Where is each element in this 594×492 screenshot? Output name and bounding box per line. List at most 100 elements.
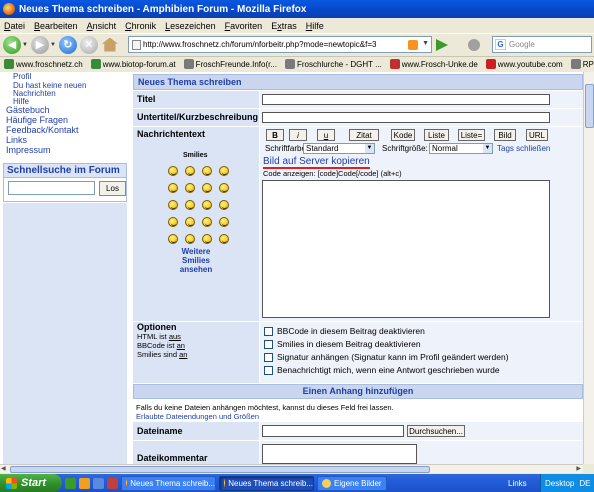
format-button[interactable]: i [289,129,307,141]
scroll-right-icon[interactable]: ▶ [576,465,581,472]
more-smilies-link[interactable]: Weitere Smilies ansehen [179,247,213,274]
smiley-icon[interactable] [219,183,229,193]
language-indicator[interactable]: DE [579,479,590,488]
format-button[interactable]: Bild [494,129,516,141]
option-checkbox-row[interactable]: Benachrichtigt mich, wenn eine Antwort g… [264,365,500,375]
forward-button[interactable]: ▶ [30,35,49,54]
smiley-icon[interactable] [202,183,212,193]
start-button[interactable]: Start [0,474,62,492]
quicklaunch-media-icon[interactable] [93,477,104,489]
smiley-icon[interactable] [219,217,229,227]
smiley-icon[interactable] [202,234,212,244]
back-button[interactable]: ◀ [3,35,21,54]
subtitle-input[interactable] [262,112,550,123]
option-checkbox[interactable] [264,365,273,375]
smiley-icon[interactable] [185,183,195,193]
home-button[interactable] [101,37,118,52]
horizontal-scrollbar[interactable]: ◀ ▶ [0,464,583,473]
menu-item[interactable]: Chronik [125,21,156,31]
bookmark-item[interactable]: RPG-Atelier - Eure [570,59,594,69]
vertical-scrollbar[interactable] [583,72,594,464]
taskbar-task[interactable]: Neues Thema schreib... [121,475,216,491]
option-checkbox-row[interactable]: BBCode in diesem Beitrag deaktivieren [264,326,425,336]
format-button[interactable]: Zitat [349,129,379,141]
menu-item[interactable]: Favoriten [225,21,263,31]
menu-item[interactable]: Extras [271,21,297,31]
quicklaunch-app-icon[interactable] [107,477,118,489]
sidebar-link[interactable]: Links [6,135,27,145]
url-dropdown-icon[interactable]: ▼ [422,40,429,47]
scroll-left-icon[interactable]: ◀ [1,465,6,472]
upload-image-link[interactable]: Bild auf Server kopieren [263,156,370,169]
menu-item[interactable]: Datei [4,21,25,31]
bookmark-item[interactable]: www.Frosch-Unke.de [389,59,478,69]
html-status-link[interactable]: aus [169,332,181,341]
option-checkbox[interactable] [264,339,273,349]
option-checkbox-row[interactable]: Signatur anhängen (Signatur kann im Prof… [264,352,509,362]
format-button[interactable]: URL [526,129,548,141]
bookmark-item[interactable]: www.biotop-forum.at [90,59,176,69]
sidebar-link[interactable]: Impressum [6,145,51,155]
reload-button[interactable]: ↻ [58,35,77,54]
option-checkbox[interactable] [264,352,273,362]
option-checkbox[interactable] [264,326,273,336]
menu-item[interactable]: Bearbeiten [34,21,78,31]
quicksearch-button[interactable]: Los [99,181,126,196]
format-button[interactable]: Liste [424,129,449,141]
bookmark-item[interactable]: FroschFreunde.Info(r... [183,59,277,69]
close-tags-link[interactable]: Tags schließen [497,144,550,153]
file-comment-input[interactable] [262,444,417,464]
browse-button[interactable]: Durchsuchen... [407,425,465,437]
menu-item[interactable]: Lesezeichen [165,21,216,31]
font-size-select[interactable]: Normal ▼ [429,143,493,154]
font-color-select[interactable]: Standard ▼ [303,143,375,154]
smiley-icon[interactable] [219,166,229,176]
back-history-dropdown[interactable]: ▼ [22,42,28,48]
scrollbar-thumb[interactable] [585,84,594,128]
smilies-status-link[interactable]: an [179,350,187,359]
bookmark-item[interactable]: www.youtube.com [485,59,563,69]
addon-icon[interactable] [468,39,480,51]
sidebar-link[interactable]: Profil [13,72,31,81]
smiley-icon[interactable] [168,166,178,176]
forward-history-dropdown[interactable]: ▼ [50,42,56,48]
bookmark-item[interactable]: Froschlurche - DGHT ... [285,59,382,69]
search-box[interactable]: G Google [492,36,592,53]
rss-feed-icon[interactable] [408,40,418,50]
links-toolbar[interactable]: Links [508,474,527,492]
scrollbar-thumb[interactable] [10,466,430,473]
option-checkbox-row[interactable]: Smilies in diesem Beitrag deaktivieren [264,339,421,349]
smiley-icon[interactable] [202,166,212,176]
url-bar[interactable]: http://www.froschnetz.ch/forum/nforbeitr… [128,36,432,53]
smiley-icon[interactable] [219,234,229,244]
sidebar-link[interactable]: Feedback/Kontakt [6,125,79,135]
format-button[interactable]: u [317,129,335,141]
bbcode-status-link[interactable]: an [177,341,185,350]
menu-item[interactable]: Hilfe [306,21,324,31]
quicklaunch-browser-icon[interactable] [79,477,90,489]
filename-input[interactable] [262,425,404,437]
smiley-icon[interactable] [185,217,195,227]
stop-button[interactable]: ✕ [79,35,98,54]
sidebar-link[interactable]: Gästebuch [6,105,50,115]
google-search-engine-icon[interactable]: G [495,39,506,50]
format-button[interactable]: Liste= [458,129,485,141]
smiley-icon[interactable] [202,200,212,210]
smiley-icon[interactable] [168,183,178,193]
smiley-icon[interactable] [168,234,178,244]
smiley-icon[interactable] [168,200,178,210]
message-textarea[interactable] [262,180,550,318]
menu-item[interactable]: Ansicht [87,21,117,31]
title-input[interactable] [262,94,550,105]
smiley-icon[interactable] [219,200,229,210]
smiley-icon[interactable] [185,166,195,176]
taskbar-task[interactable]: Eigene Bilder [317,475,387,491]
sidebar-link[interactable]: Häufige Fragen [6,115,68,125]
taskbar-task[interactable]: Neues Thema schreib... [219,475,314,491]
format-button[interactable]: Kode [391,129,415,141]
smiley-icon[interactable] [168,217,178,227]
go-button[interactable] [436,39,448,51]
smiley-icon[interactable] [185,200,195,210]
bookmark-item[interactable]: www.froschnetz.ch [4,59,83,69]
desktop-toolbar-label[interactable]: Desktop [545,479,574,488]
